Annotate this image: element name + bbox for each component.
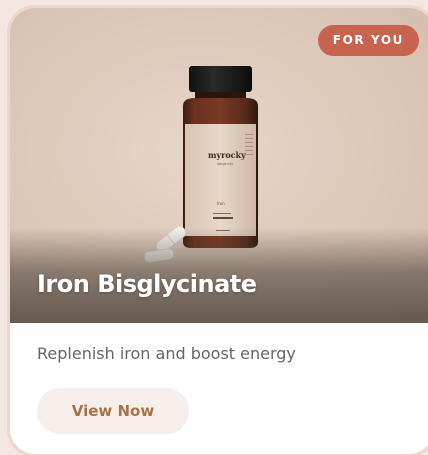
product-hero-image: myrocky longevity Iron FOR YOU Iron Bisg… [10, 8, 428, 323]
view-now-button[interactable]: View Now [37, 388, 189, 434]
bottle-label-brand: myrocky [208, 150, 246, 160]
page: myrocky longevity Iron FOR YOU Iron Bisg… [0, 0, 428, 455]
product-description: Replenish iron and boost energy [37, 344, 296, 363]
bottle-cap [189, 66, 252, 92]
product-title: Iron Bisglycinate [37, 270, 257, 298]
for-you-badge: FOR YOU [317, 25, 419, 56]
bottle-label-product: Iron [217, 201, 225, 206]
bottle-label-subbrand: longevity [217, 162, 233, 166]
product-card[interactable]: myrocky longevity Iron FOR YOU Iron Bisg… [7, 5, 428, 455]
